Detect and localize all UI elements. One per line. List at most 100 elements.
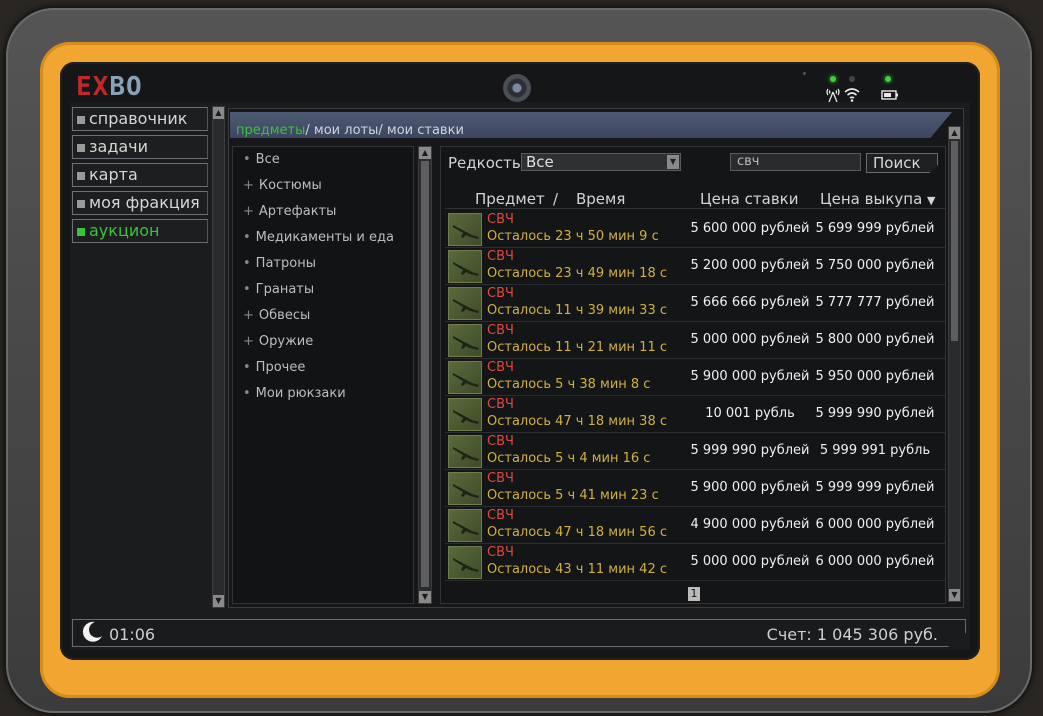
menu-item-auction[interactable]: аукцион <box>72 219 208 243</box>
item-thumbnail <box>448 509 482 542</box>
scroll-thumb[interactable] <box>421 161 429 587</box>
category-item[interactable]: • Медикаменты и еда <box>243 230 394 245</box>
category-scrollbar[interactable]: ▲ ▼ <box>418 146 432 604</box>
menu-scrollbar[interactable]: ▲ ▼ <box>212 106 225 608</box>
item-time-left: Осталось 5 ч 4 мин 16 с <box>487 451 651 466</box>
results-scrollbar[interactable]: ▲ ▼ <box>948 126 961 602</box>
category-item[interactable]: + Артефакты <box>243 204 336 219</box>
item-buyout-price[interactable]: 5 999 991 рубль <box>810 443 940 458</box>
item-time-left: Осталось 5 ч 41 мин 23 с <box>487 488 659 503</box>
category-item[interactable]: + Костюмы <box>243 178 322 193</box>
search-button[interactable]: Поиск <box>866 153 938 173</box>
menu-square-icon <box>77 171 85 180</box>
item-name: СВЧ <box>487 323 514 338</box>
item-time-left: Осталось 11 ч 39 мин 33 с <box>487 303 667 318</box>
item-name: СВЧ <box>487 471 514 486</box>
item-thumbnail <box>448 546 482 579</box>
menu-item-faction[interactable]: моя фракция <box>72 191 208 215</box>
category-item[interactable]: • Мои рюкзаки <box>243 386 346 401</box>
menu-square-icon <box>77 115 85 124</box>
item-time-left: Осталось 5 ч 38 мин 8 с <box>487 377 651 392</box>
item-thumbnail <box>448 324 482 357</box>
scroll-up-icon[interactable]: ▲ <box>419 147 431 159</box>
scroll-down-icon[interactable]: ▼ <box>419 591 431 603</box>
column-header-buyout[interactable]: Цена выкупа ▼ <box>820 190 936 208</box>
table-row[interactable]: СВЧ Осталось 23 ч 50 мин 9 с 5 600 000 руб… <box>445 211 945 248</box>
camera-icon <box>503 74 531 102</box>
menu-item-map[interactable]: карта <box>72 163 208 187</box>
chevron-down-icon[interactable]: ▼ <box>667 155 679 169</box>
item-bid-price: 5 000 000 рублей <box>690 332 810 347</box>
header-divider <box>445 208 945 209</box>
rarity-select[interactable]: Все ▼ <box>521 153 681 171</box>
item-buyout-price[interactable]: 5 999 990 рублей <box>810 406 940 421</box>
battery-led <box>885 76 891 82</box>
category-item[interactable]: + Оружие <box>243 334 313 349</box>
scroll-up-icon[interactable]: ▲ <box>949 127 960 139</box>
scroll-thumb[interactable] <box>951 141 958 341</box>
table-row[interactable]: СВЧ Осталось 43 ч 11 мин 42 с 5 000 000 ру… <box>445 544 945 581</box>
tab-my-bids[interactable]: мои ставки <box>387 123 464 138</box>
table-row[interactable]: СВЧ Осталось 11 ч 39 мин 33 с 5 666 666 ру… <box>445 285 945 322</box>
table-row[interactable]: СВЧ Осталось 47 ч 18 мин 56 с 4 900 000 ру… <box>445 507 945 544</box>
item-thumbnail <box>448 287 482 320</box>
category-item[interactable]: • Прочее <box>243 360 305 375</box>
item-name: СВЧ <box>487 249 514 264</box>
item-thumbnail <box>448 398 482 431</box>
item-buyout-price[interactable]: 5 777 777 рублей <box>810 295 940 310</box>
category-list: • Все + Костюмы + Артефакты • Медикаменты и … <box>232 146 414 604</box>
item-name: СВЧ <box>487 360 514 375</box>
column-header-time[interactable]: Время <box>576 190 625 208</box>
item-time-left: Осталось 11 ч 21 мин 11 с <box>487 340 667 355</box>
sensor-dot <box>803 72 806 75</box>
column-header-item[interactable]: Предмет <box>475 190 545 208</box>
menu-square-icon <box>77 227 85 236</box>
item-thumbnail <box>448 361 482 394</box>
table-row[interactable]: СВЧ Осталось 11 ч 21 мин 11 с 5 000 000 ру… <box>445 322 945 359</box>
item-buyout-price[interactable]: 5 800 000 рублей <box>810 332 940 347</box>
item-bid-price: 4 900 000 рублей <box>690 517 810 532</box>
category-item[interactable]: • Патроны <box>243 256 316 271</box>
tab-my-lots[interactable]: мои лоты <box>314 123 378 138</box>
item-buyout-price[interactable]: 6 000 000 рублей <box>810 554 940 569</box>
table-row[interactable]: СВЧ Осталось 5 ч 38 мин 8 с 5 900 000 рубл… <box>445 359 945 396</box>
scroll-up-icon[interactable]: ▲ <box>213 107 224 119</box>
item-name: СВЧ <box>487 545 514 560</box>
item-buyout-price[interactable]: 5 999 999 рублей <box>810 480 940 495</box>
category-item[interactable]: + Обвесы <box>243 308 310 323</box>
tab-breadcrumb: предметы/ мои лоты/ мои ставки <box>236 123 464 138</box>
item-name: СВЧ <box>487 212 514 227</box>
item-name: СВЧ <box>487 434 514 449</box>
search-input[interactable]: свч <box>730 153 861 171</box>
item-buyout-price[interactable]: 5 750 000 рублей <box>810 258 940 273</box>
moon-icon <box>80 620 104 644</box>
item-bid-price: 5 999 990 рублей <box>690 443 810 458</box>
page-number[interactable]: 1 <box>688 587 700 601</box>
menu-square-icon <box>77 199 85 208</box>
category-item[interactable]: • Все <box>243 152 280 167</box>
item-thumbnail <box>448 213 482 246</box>
table-row[interactable]: СВЧ Осталось 47 ч 18 мин 38 с 10 001 рубль… <box>445 396 945 433</box>
tab-items[interactable]: предметы <box>236 123 305 138</box>
item-time-left: Осталось 23 ч 50 мин 9 с <box>487 229 659 244</box>
item-name: СВЧ <box>487 508 514 523</box>
item-bid-price: 5 000 000 рублей <box>690 554 810 569</box>
category-item[interactable]: • Гранаты <box>243 282 314 297</box>
item-bid-price: 5 900 000 рублей <box>690 369 810 384</box>
menu-square-icon <box>77 143 85 152</box>
item-buyout-price[interactable]: 6 000 000 рублей <box>810 517 940 532</box>
scroll-down-icon[interactable]: ▼ <box>949 589 960 601</box>
scroll-down-icon[interactable]: ▼ <box>213 595 224 607</box>
item-thumbnail <box>448 472 482 505</box>
column-header-bid[interactable]: Цена ставки <box>700 190 798 208</box>
table-row[interactable]: СВЧ Осталось 5 ч 4 мин 16 с 5 999 990 рубл… <box>445 433 945 470</box>
menu-item-tasks[interactable]: задачи <box>72 135 208 159</box>
table-row[interactable]: СВЧ Осталось 5 ч 41 мин 23 с 5 900 000 руб… <box>445 470 945 507</box>
item-bid-price: 5 200 000 рублей <box>690 258 810 273</box>
table-row[interactable]: СВЧ Осталось 23 ч 49 мин 18 с 5 200 000 ру… <box>445 248 945 285</box>
menu-item-reference[interactable]: справочник <box>72 107 208 131</box>
item-time-left: Осталось 47 ч 18 мин 38 с <box>487 414 667 429</box>
item-buyout-price[interactable]: 5 950 000 рублей <box>810 369 940 384</box>
item-buyout-price[interactable]: 5 699 999 рублей <box>810 221 940 236</box>
rarity-label: Редкость <box>448 154 521 172</box>
